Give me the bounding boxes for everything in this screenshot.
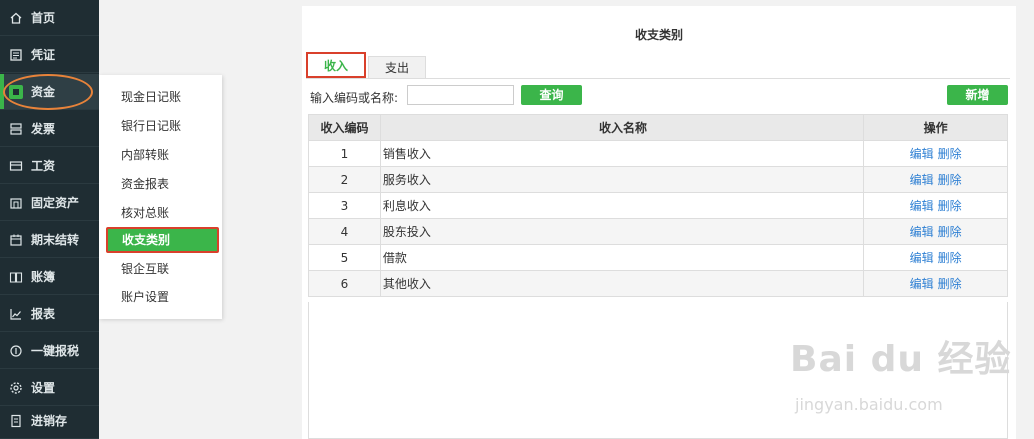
table-header-row: 收入编码 收入名称 操作 xyxy=(308,114,1008,141)
gear-icon xyxy=(10,381,22,394)
tax-icon xyxy=(10,344,22,357)
delete-link[interactable]: 删除 xyxy=(938,277,962,291)
cell-actions: 编辑 删除 xyxy=(863,244,1008,271)
cell-code: 6 xyxy=(308,270,381,297)
sidebar-item-period-end[interactable]: 期末结转 xyxy=(0,222,99,258)
delete-link[interactable]: 删除 xyxy=(938,225,962,239)
edit-link[interactable]: 编辑 xyxy=(910,173,934,187)
cell-code: 1 xyxy=(308,140,381,167)
column-header-name: 收入名称 xyxy=(379,114,865,141)
submenu-item-income-expense-category[interactable]: 收支类别 xyxy=(106,227,219,253)
sidebar-item-label: 一键报税 xyxy=(31,344,80,358)
sidebar-item-label: 账簿 xyxy=(31,270,56,284)
income-category-table: 收入编码 收入名称 操作 1 销售收入 编辑 删除 2 服务收入 编辑 删除 3 利… xyxy=(308,114,1008,297)
sidebar-item-settings[interactable]: 设置 xyxy=(0,370,99,406)
page-title: 收支类别 xyxy=(634,28,683,42)
cell-code: 3 xyxy=(308,192,381,219)
cell-name: 销售收入 xyxy=(379,140,865,167)
submenu-item-account-settings[interactable]: 账户设置 xyxy=(99,284,222,310)
sidebar-item-ledger[interactable]: 账簿 xyxy=(0,259,99,295)
sidebar: 首页 凭证 资金 发票 工资 固定资产 期末结转 账簿 报表 一键报税 设置 进… xyxy=(0,0,99,439)
cell-name: 股东投入 xyxy=(379,218,865,245)
chart-icon xyxy=(10,308,21,320)
delete-link[interactable]: 删除 xyxy=(938,147,962,161)
baidu-watermark-url: jingyan.baidu.com xyxy=(795,395,943,414)
add-button[interactable]: 新增 xyxy=(947,85,1008,105)
table-row: 5 借款 编辑 删除 xyxy=(308,244,1008,271)
sidebar-item-label: 设置 xyxy=(31,381,56,395)
table-row: 4 股东投入 编辑 删除 xyxy=(308,218,1008,245)
home-icon xyxy=(10,12,22,24)
cell-code: 2 xyxy=(308,166,381,193)
tab-income[interactable]: 收入 xyxy=(306,52,366,78)
sidebar-item-label: 工资 xyxy=(31,159,56,173)
table-row: 3 利息收入 编辑 删除 xyxy=(308,192,1008,219)
sidebar-item-home[interactable]: 首页 xyxy=(0,0,99,36)
tab-divider xyxy=(306,78,1010,79)
table-row: 2 服务收入 编辑 删除 xyxy=(308,166,1008,193)
sidebar-item-label: 发票 xyxy=(31,122,56,136)
ledger-book-icon xyxy=(9,271,23,283)
sidebar-item-label: 期末结转 xyxy=(31,233,80,247)
submenu-item-fund-report[interactable]: 资金报表 xyxy=(99,171,222,197)
cell-actions: 编辑 删除 xyxy=(863,218,1008,245)
cell-name: 利息收入 xyxy=(379,192,865,219)
delete-link[interactable]: 删除 xyxy=(938,251,962,265)
funds-submenu: 现金日记账 银行日记账 内部转账 资金报表 核对总账 收支类别 银企互联 账户设… xyxy=(99,75,222,319)
sidebar-item-invoice[interactable]: 发票 xyxy=(0,111,99,147)
salary-icon xyxy=(9,160,23,171)
column-header-actions: 操作 xyxy=(863,114,1008,141)
submenu-item-reconcile-ledger[interactable]: 核对总账 xyxy=(99,200,222,226)
column-header-code: 收入编码 xyxy=(308,114,381,141)
submenu-item-bank-journal[interactable]: 银行日记账 xyxy=(99,113,222,139)
edit-link[interactable]: 编辑 xyxy=(910,277,934,291)
edit-link[interactable]: 编辑 xyxy=(910,225,934,239)
cell-code: 5 xyxy=(308,244,381,271)
baidu-watermark-logo: Bai du 经验 xyxy=(790,339,1012,380)
cell-actions: 编辑 删除 xyxy=(863,270,1008,297)
sidebar-item-inventory[interactable]: 进销存 xyxy=(0,403,99,439)
sidebar-item-reports[interactable]: 报表 xyxy=(0,296,99,332)
highlight-ring xyxy=(3,74,93,110)
delete-link[interactable]: 删除 xyxy=(938,199,962,213)
edit-link[interactable]: 编辑 xyxy=(910,199,934,213)
invoice-icon xyxy=(10,122,22,135)
submenu-item-bank-enterprise-link[interactable]: 银企互联 xyxy=(99,256,222,282)
sidebar-item-label: 凭证 xyxy=(31,48,56,62)
sidebar-item-label: 首页 xyxy=(31,11,56,25)
sidebar-item-voucher[interactable]: 凭证 xyxy=(0,37,99,73)
fixed-assets-icon xyxy=(10,197,22,209)
calendar-icon xyxy=(10,234,22,246)
query-button[interactable]: 查询 xyxy=(521,85,582,105)
submenu-item-cash-journal[interactable]: 现金日记账 xyxy=(99,84,222,110)
table-row: 6 其他收入 编辑 删除 xyxy=(308,270,1008,297)
sidebar-item-label: 进销存 xyxy=(31,414,68,428)
cell-code: 4 xyxy=(308,218,381,245)
cell-name: 借款 xyxy=(379,244,865,271)
cell-actions: 编辑 删除 xyxy=(863,192,1008,219)
search-label: 输入编码或名称: xyxy=(310,91,399,105)
sidebar-item-salary[interactable]: 工资 xyxy=(0,148,99,184)
search-input[interactable] xyxy=(407,85,514,105)
cell-actions: 编辑 删除 xyxy=(863,166,1008,193)
cell-actions: 编辑 删除 xyxy=(863,140,1008,167)
sidebar-item-label: 固定资产 xyxy=(31,196,80,210)
edit-link[interactable]: 编辑 xyxy=(910,147,934,161)
sidebar-item-tax[interactable]: 一键报税 xyxy=(0,333,99,369)
edit-link[interactable]: 编辑 xyxy=(910,251,934,265)
tab-expense[interactable]: 支出 xyxy=(368,56,426,78)
cell-name: 服务收入 xyxy=(379,166,865,193)
submenu-item-internal-transfer[interactable]: 内部转账 xyxy=(99,142,222,168)
table-row: 1 销售收入 编辑 删除 xyxy=(308,140,1008,167)
delete-link[interactable]: 删除 xyxy=(938,173,962,187)
sidebar-item-fixed-assets[interactable]: 固定资产 xyxy=(0,185,99,221)
sidebar-item-label: 报表 xyxy=(31,307,56,321)
cell-name: 其他收入 xyxy=(379,270,865,297)
inventory-icon xyxy=(11,414,21,427)
voucher-icon xyxy=(10,48,22,61)
